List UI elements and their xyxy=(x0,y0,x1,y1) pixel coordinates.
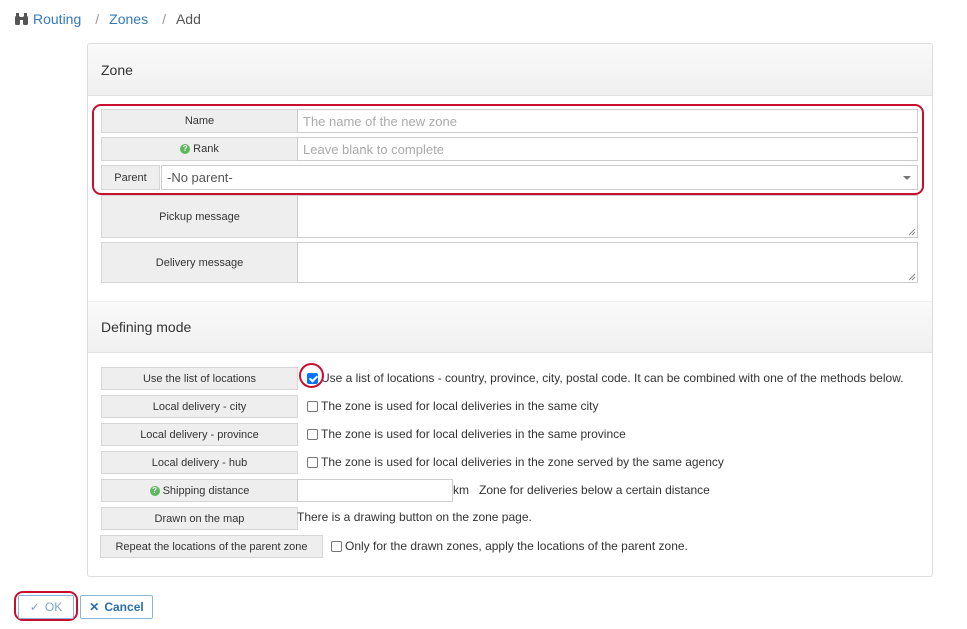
check-icon: ✓ xyxy=(29,600,40,614)
local-delivery-hub-checkbox[interactable] xyxy=(307,456,318,468)
breadcrumb-separator: / xyxy=(162,11,166,27)
shipping-distance-unit: km xyxy=(453,483,469,497)
local-delivery-city-label: Local delivery - city xyxy=(101,395,298,418)
resize-grip-icon[interactable] xyxy=(908,228,916,236)
breadcrumb-routing[interactable]: Routing xyxy=(33,11,81,27)
shipping-distance-label: ? Shipping distance xyxy=(101,479,298,502)
defining-mode-title: Defining mode xyxy=(88,301,932,353)
local-delivery-province-option: The zone is used for local deliveries in… xyxy=(307,427,626,441)
zone-form-panel: Zone Name The name of the new zone ? Ran… xyxy=(87,43,933,577)
shipping-distance-label-text: Shipping distance xyxy=(162,484,250,497)
breadcrumb-zones[interactable]: Zones xyxy=(109,11,148,27)
local-delivery-province-label: Local delivery - province xyxy=(101,423,298,446)
parent-select[interactable]: -No parent- xyxy=(161,165,918,190)
local-delivery-province-text: The zone is used for local deliveries in… xyxy=(321,427,626,441)
chevron-down-icon xyxy=(903,175,911,180)
shipping-distance-description: Zone for deliveries below a certain dist… xyxy=(479,483,710,497)
cancel-button-label: Cancel xyxy=(104,600,144,614)
rank-input[interactable]: Leave blank to complete xyxy=(297,137,918,161)
shipping-distance-input[interactable] xyxy=(297,479,453,502)
drawn-on-map-label: Drawn on the map xyxy=(101,507,298,530)
shipping-distance-info: km Zone for deliveries below a certain d… xyxy=(453,483,710,497)
repeat-parent-locations-text: Only for the drawn zones, apply the loca… xyxy=(345,539,688,553)
repeat-parent-locations-label: Repeat the locations of the parent zone xyxy=(100,535,323,558)
use-list-of-locations-text: Use a list of locations - country, provi… xyxy=(321,371,904,385)
repeat-parent-locations-checkbox[interactable] xyxy=(331,540,342,552)
use-list-of-locations-checkbox[interactable] xyxy=(307,372,318,384)
breadcrumb: Routing / Zones / Add xyxy=(14,10,201,28)
name-input[interactable]: The name of the new zone xyxy=(297,109,918,133)
delivery-message-label: Delivery message xyxy=(101,242,298,283)
parent-label: Parent xyxy=(101,165,160,190)
rank-label-text: Rank xyxy=(193,143,219,155)
local-delivery-hub-label: Local delivery - hub xyxy=(101,451,298,474)
local-delivery-city-option: The zone is used for local deliveries in… xyxy=(307,399,598,413)
breadcrumb-separator: / xyxy=(95,11,100,27)
parent-selected-value: -No parent- xyxy=(167,170,233,185)
resize-grip-icon[interactable] xyxy=(908,273,916,281)
local-delivery-hub-text: The zone is used for local deliveries in… xyxy=(321,455,724,469)
close-icon: ✕ xyxy=(89,600,100,614)
cancel-button[interactable]: ✕ Cancel xyxy=(80,595,153,619)
ok-button[interactable]: ✓ OK xyxy=(18,595,74,619)
use-list-of-locations-option: Use a list of locations - country, provi… xyxy=(307,371,904,385)
pickup-message-label: Pickup message xyxy=(101,195,298,238)
repeat-parent-locations-option: Only for the drawn zones, apply the loca… xyxy=(331,539,688,553)
local-delivery-hub-option: The zone is used for local deliveries in… xyxy=(307,455,724,469)
rank-placeholder: Leave blank to complete xyxy=(303,141,444,157)
local-delivery-city-text: The zone is used for local deliveries in… xyxy=(321,399,599,413)
name-label: Name xyxy=(101,109,298,133)
help-icon[interactable]: ? xyxy=(149,485,160,496)
help-icon[interactable]: ? xyxy=(180,144,191,154)
zone-section-title: Zone xyxy=(88,44,932,96)
name-placeholder: The name of the new zone xyxy=(303,113,457,129)
rank-label: ? Rank xyxy=(101,137,298,161)
pickup-message-textarea[interactable] xyxy=(297,195,918,238)
breadcrumb-current: Add xyxy=(175,11,201,27)
use-list-of-locations-label: Use the list of locations xyxy=(101,367,298,390)
ok-button-label: OK xyxy=(44,600,63,614)
binoculars-icon xyxy=(15,13,28,25)
delivery-message-textarea[interactable] xyxy=(297,242,918,283)
local-delivery-province-checkbox[interactable] xyxy=(307,428,318,440)
local-delivery-city-checkbox[interactable] xyxy=(307,400,318,412)
drawn-on-map-text: There is a drawing button on the zone pa… xyxy=(297,510,532,524)
